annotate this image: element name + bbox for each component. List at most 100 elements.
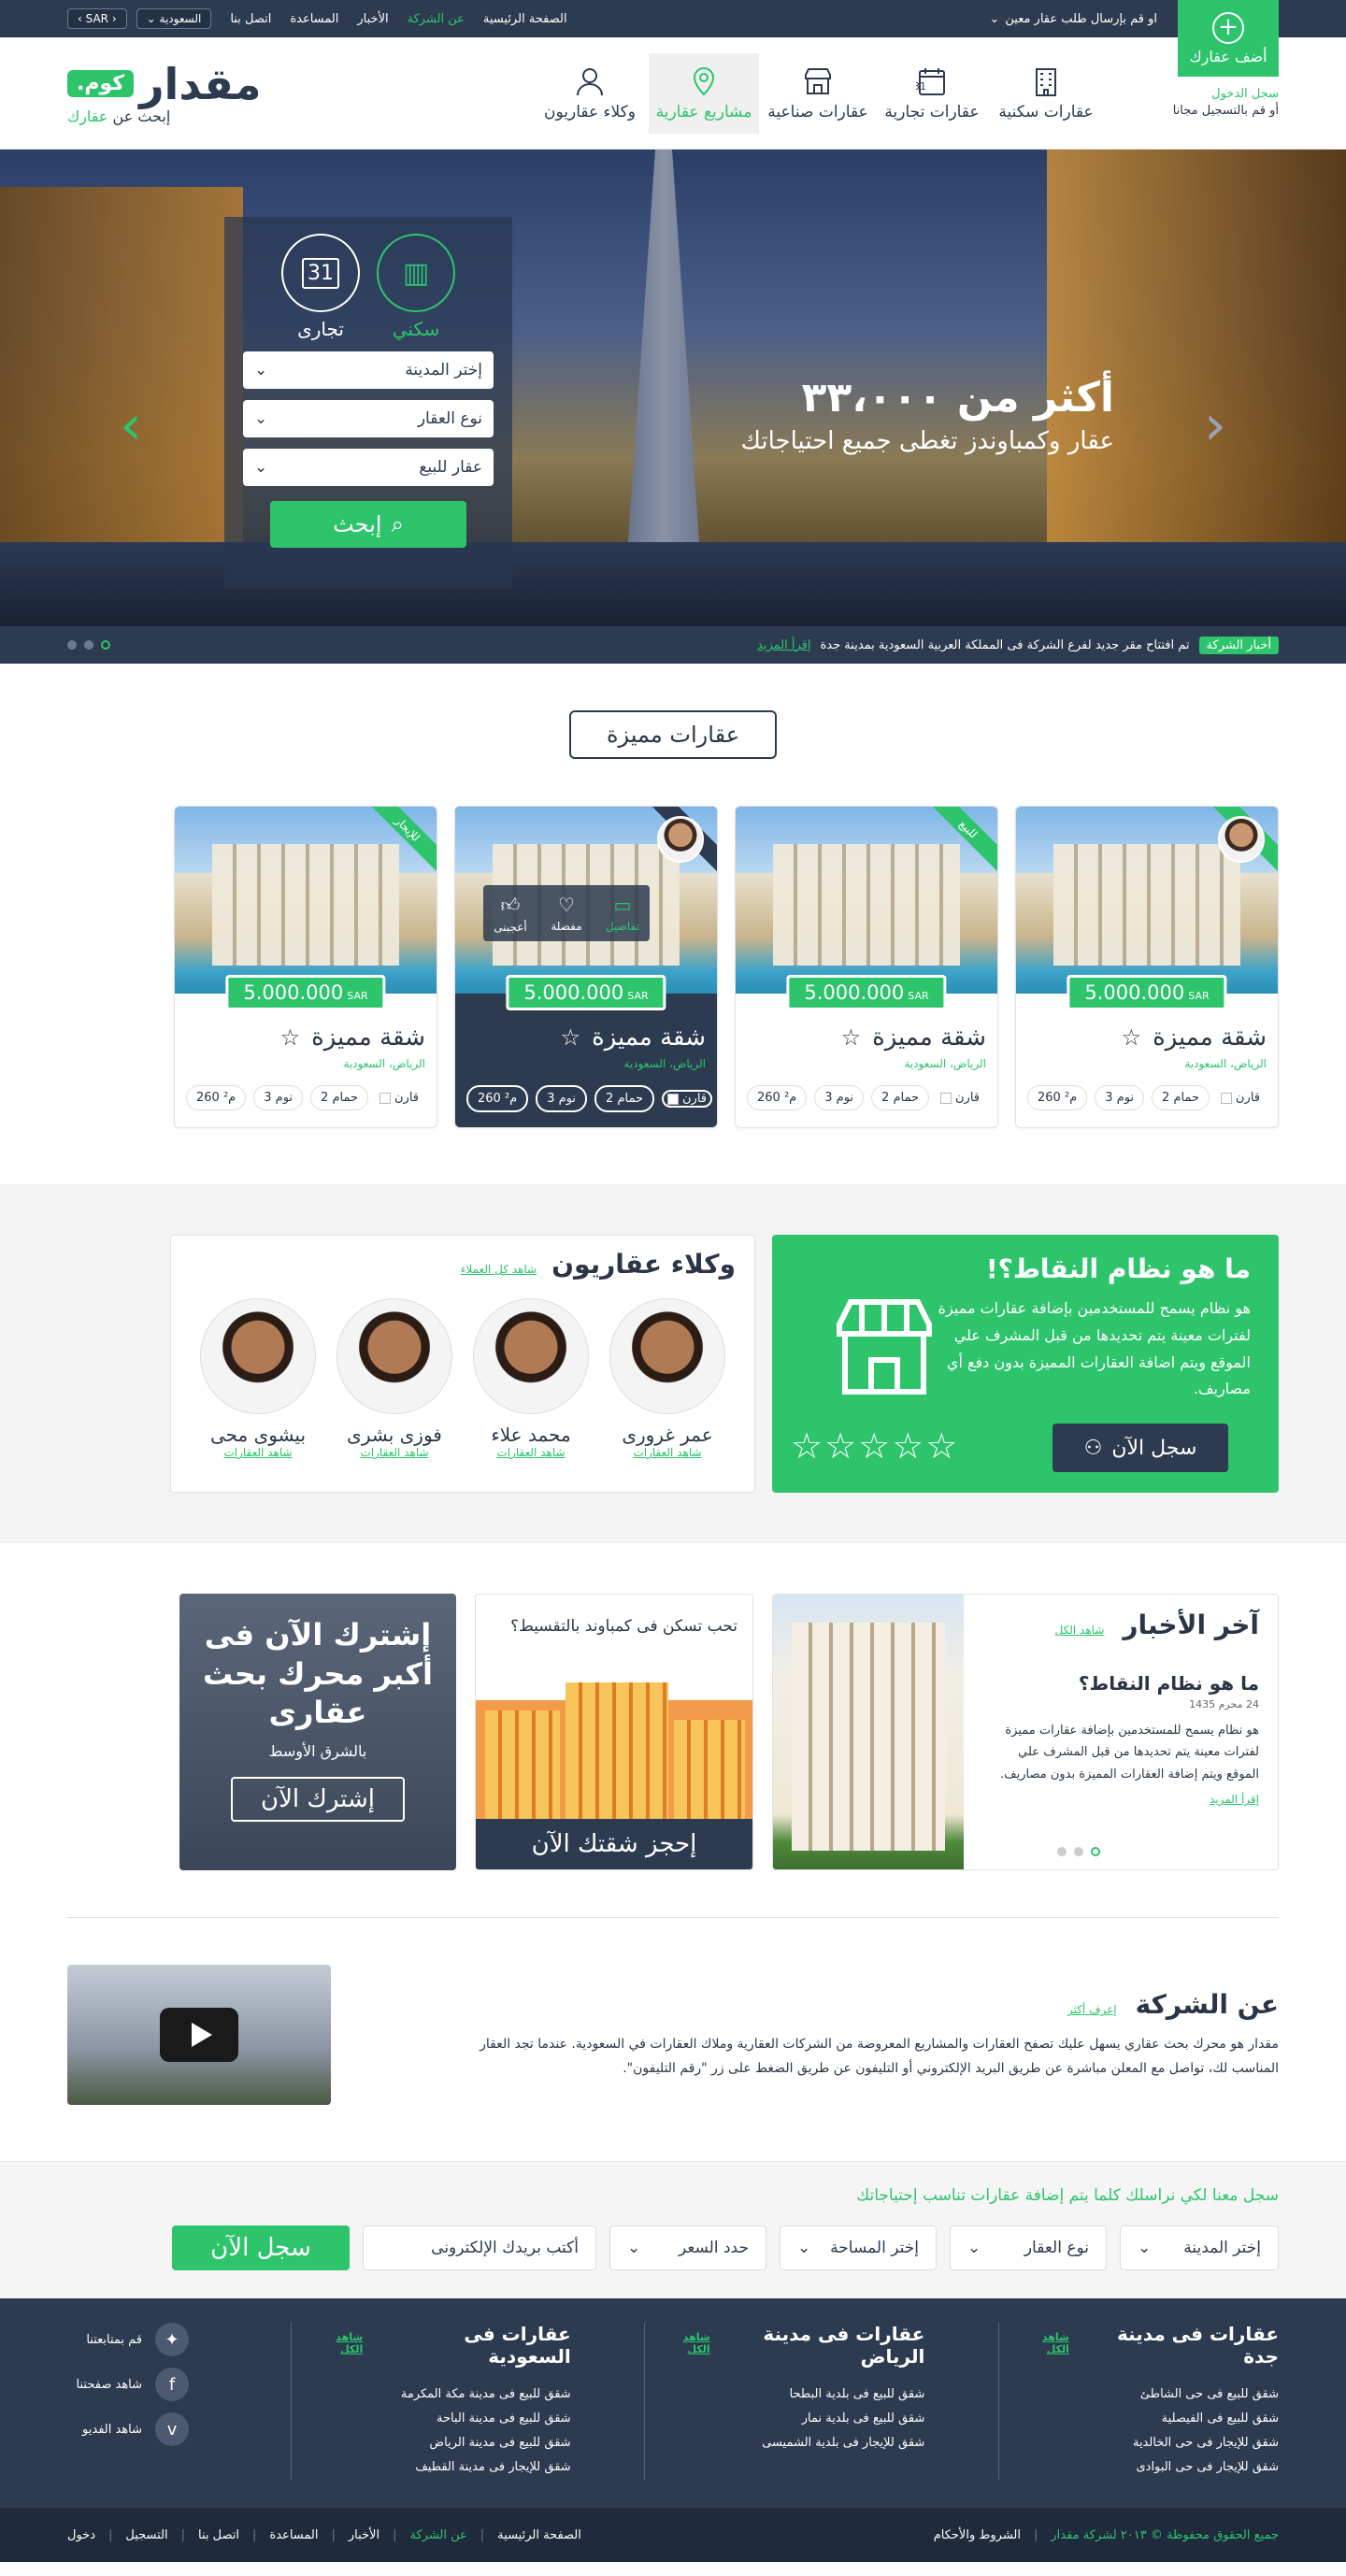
signup-email-input[interactable]: أكتب بريدك الإلكترونى [363,2225,596,2270]
top-link-home[interactable]: الصفحة الرئيسية [483,12,567,26]
footer-link[interactable]: شقق للإيجار فى بلدية الشميسى [664,2431,924,2455]
card-title[interactable]: شقة مميزة [592,1023,706,1052]
select-city[interactable]: إختر المدينة ⌄ [243,351,494,389]
agent-properties-link[interactable]: شاهد العقارات [223,1446,292,1459]
top-link-news[interactable]: الأخبار [357,12,388,26]
signup-area-select[interactable]: إختر المساحة ⌄ [780,2225,937,2270]
about-video[interactable] [67,1965,331,2105]
hero-search-button[interactable]: إبحث ⌕ [270,501,466,548]
footer-link[interactable]: شقق للإيجار فى مدينة القطيف [310,2455,570,2480]
facebook-link[interactable]: f شاهد صفحتنا [67,2368,190,2401]
book-now-button[interactable]: إحجز شقتك الآن [476,1819,752,1869]
nav-projects[interactable]: مشاريع عقارية [649,53,759,134]
footer-link[interactable]: شقق للإيجار فى حى البوادى [1018,2455,1279,2480]
signup-city-select[interactable]: إختر المدينة ⌄ [1120,2225,1279,2270]
footer-see-all[interactable]: شاهد الكل [1018,2331,1069,2355]
slider-dot[interactable] [84,640,93,650]
nav-residential[interactable]: عقارات سكنية [991,53,1101,134]
footer-link[interactable]: شقق للبيع فى بلدية نمار [664,2407,925,2431]
subscribe-button[interactable]: إشترك الآن [231,1776,405,1822]
select-property-type[interactable]: نوع العقار ⌄ [243,400,494,437]
bottom-link-help[interactable]: المساعدة [269,2528,318,2542]
footer-see-all[interactable]: شاهد الكل [310,2331,363,2355]
twitter-link[interactable]: ✦ قم بمتابعتنا [67,2323,190,2356]
property-card[interactable]: للبيع 5.000.000SAR شقة مميزة ☆ الرياض، ال… [1015,806,1279,1128]
bottom-link-register[interactable]: التسجيل [125,2528,167,2542]
agent-item[interactable]: عمر غرورى شاهد العقارات [609,1298,726,1459]
bottom-link-contact[interactable]: اتصل بنا [198,2528,239,2542]
vimeo-link[interactable]: v شاهد الفديو [67,2412,190,2446]
about-more-link[interactable]: إعرف أكثر [1067,2003,1117,2016]
agent-properties-link[interactable]: شاهد العقارات [496,1446,565,1459]
footer-link[interactable]: شقق للبيع فى مدينة الرياض [310,2431,570,2455]
add-property-button[interactable]: + أضف عقارك [1178,0,1279,77]
agent-properties-link[interactable]: شاهد العقارات [360,1446,428,1459]
card-title[interactable]: شقة مميزة [1153,1023,1267,1052]
footer-link[interactable]: شقق للإيجار فى حى الخالدية [1018,2431,1279,2455]
news-read-more-link[interactable]: إقرأ المزيد [757,638,810,652]
slider-dot[interactable] [67,640,77,650]
country-selector[interactable]: ⌄ السعودية [136,8,212,29]
footer-link[interactable]: شقق للبيع فى مدينة مكة المكرمة [310,2383,571,2407]
request-property-link[interactable]: او قم بإرسال طلب عقار معين ⌄ [989,12,1157,26]
news-read-more[interactable]: إقرأ المزيد [982,1793,1259,1806]
compare-checkbox[interactable]: قارن [662,1090,712,1108]
footer-see-all[interactable]: شاهد الكل [664,2331,710,2355]
tab-commercial[interactable]: 31 تجارى [281,234,360,340]
bottom-link-news[interactable]: الأخبار [349,2528,379,2542]
star-icon[interactable]: ☆ [841,1024,862,1051]
footer-link[interactable]: شقق للبيع فى مدينة الباحة [310,2407,571,2431]
register-note[interactable]: أو قم بالتسجيل مجانا [1173,103,1279,120]
star-icon[interactable]: ☆ [280,1024,301,1051]
tab-residential[interactable]: ▥ سكني [377,234,455,340]
compare-checkbox[interactable]: قارن [937,1091,983,1105]
select-sale-type[interactable]: عقار للبيع ⌄ [243,449,494,486]
details-button[interactable]: ▭ تفاصيل [595,885,650,941]
agent-item[interactable]: بيشوى محى شاهد العقارات [199,1298,317,1459]
slider-prev-arrow[interactable]: ‹ [120,397,142,453]
footer-link[interactable]: شقق للبيع فى الفيصلية [1018,2407,1279,2431]
card-title[interactable]: شقة مميزة [311,1023,425,1052]
news-headline[interactable]: ما هو نظام النقاط؟ [982,1672,1259,1695]
bottom-link-home[interactable]: الصفحة الرئيسية [497,2528,581,2542]
nav-industrial[interactable]: عقارات صناعية [763,53,873,134]
agent-item[interactable]: محمد علاء شاهد العقارات [472,1298,590,1459]
top-link-about[interactable]: عن الشركة [408,12,465,26]
signup-type-select[interactable]: نوع العقار ⌄ [950,2225,1107,2270]
favorite-button[interactable]: ♡ مفضلة [539,885,594,941]
property-card[interactable]: للإيجار 5.000.000 SAR شقة مميزة ☆ الرياض، … [174,806,437,1128]
like-button[interactable]: 👍︎ أعجبنى [483,885,537,941]
rating-stars[interactable]: ☆☆☆☆☆ [791,1425,959,1467]
slider-dot-active[interactable] [101,640,110,650]
play-icon[interactable] [160,2008,238,2062]
site-logo[interactable]: مقدار كوم. إبحث عن عقارك [67,63,262,125]
property-card[interactable]: للبيع 5.000.000SAR شقة مميزة ☆ الرياض، ال… [735,806,998,1128]
nav-commercial[interactable]: 31 عقارات تجارية [877,53,987,134]
compare-checkbox[interactable]: قارن [376,1091,422,1105]
agents-all-link[interactable]: شاهد كل العملاء [461,1263,537,1276]
footer-link[interactable]: شقق للبيع فى بلدية البطحا [664,2383,925,2407]
footer-link[interactable]: شقق للبيع فى حى الشاطئ [1018,2383,1279,2407]
signup-price-select[interactable]: حدد السعر ⌄ [609,2225,766,2270]
currency-selector[interactable]: ‹ SAR › [67,8,127,29]
news-dot[interactable] [1091,1847,1100,1856]
points-register-button[interactable]: سجل الآن ⚇ [1052,1424,1228,1472]
compare-checkbox[interactable]: قارن [1217,1091,1264,1105]
agent-avatar[interactable] [1218,816,1265,863]
agent-avatar[interactable] [657,816,704,863]
card-title[interactable]: شقة مميزة [872,1023,986,1052]
nav-agents[interactable]: وكلاء عقاريون [535,53,645,134]
bottom-link-login[interactable]: دخول [67,2528,95,2542]
top-link-help[interactable]: المساعدة [290,12,338,26]
agent-item[interactable]: فوزى بشرى شاهد العقارات [336,1298,453,1459]
signup-submit-button[interactable]: سجل الآن [172,2225,350,2270]
top-link-contact[interactable]: اتصل بنا [230,12,271,26]
star-icon[interactable]: ☆ [1122,1024,1142,1051]
news-dot[interactable] [1057,1847,1067,1856]
bottom-link-about[interactable]: عن الشركة [409,2528,466,2542]
agent-properties-link[interactable]: شاهد العقارات [633,1446,701,1459]
slider-next-arrow[interactable]: › [1204,397,1226,453]
news-dot[interactable] [1074,1847,1083,1856]
star-icon[interactable]: ☆ [561,1024,581,1051]
news-all-link[interactable]: شاهد الكل [1055,1624,1105,1637]
